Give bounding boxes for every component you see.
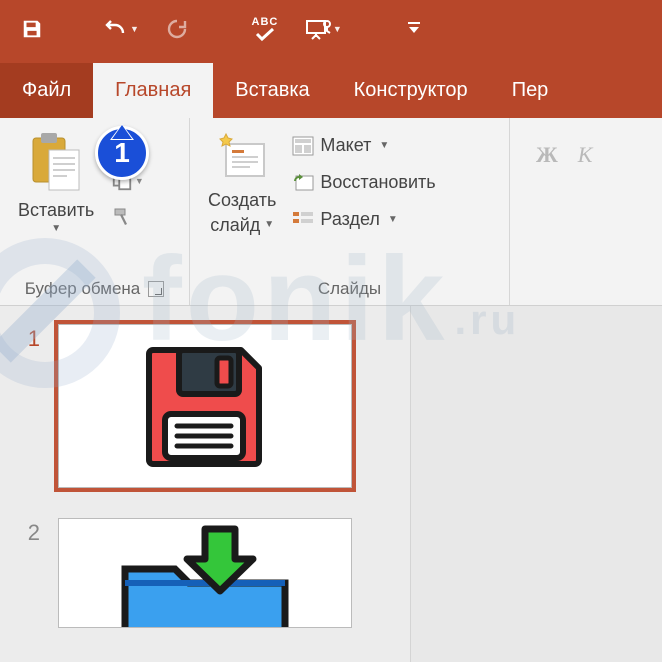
paste-button[interactable]: Вставить ▼ (14, 128, 98, 236)
customize-qat-button[interactable] (400, 15, 428, 43)
section-button[interactable]: Раздел ▼ (290, 206, 437, 233)
bold-button[interactable]: Ж (536, 142, 558, 168)
slide-thumbnail-2[interactable] (58, 518, 352, 628)
section-label: Раздел (320, 209, 380, 230)
layout-button[interactable]: Макет ▼ (290, 132, 437, 159)
format-painter-button[interactable] (108, 204, 138, 230)
slideshow-from-start-button[interactable]: ▼ (305, 18, 342, 40)
reset-label: Восстановить (320, 172, 435, 193)
slide-edit-area[interactable] (410, 306, 662, 662)
tab-home[interactable]: Главная (93, 63, 213, 118)
paste-label: Вставить (18, 200, 94, 221)
thumbnail-row: 2 (0, 518, 410, 628)
slide-panel: 1 2 (0, 306, 662, 662)
new-slide-button[interactable]: Создать слайд ▼ (204, 128, 280, 237)
ribbon-tabs: Файл Главная Вставка Конструктор Пер (0, 58, 662, 118)
reset-icon (292, 173, 314, 193)
spellcheck-icon[interactable]: ABC (249, 15, 281, 43)
annotation-badge-1: 1 (95, 126, 149, 180)
chevron-down-icon: ▼ (388, 214, 398, 225)
slide-number-1: 1 (16, 324, 40, 352)
layout-label: Макет (320, 135, 371, 156)
new-slide-label-1: Создать (208, 190, 276, 211)
new-slide-label-2: слайд (210, 215, 260, 236)
thumbnail-row: 1 (0, 324, 410, 488)
clipboard-dialog-launcher[interactable] (148, 281, 164, 297)
tab-design[interactable]: Конструктор (332, 63, 490, 118)
group-slides: Создать слайд ▼ Макет ▼ Восстановить (190, 118, 510, 305)
redo-button[interactable] (163, 15, 191, 43)
floppy-disk-icon (135, 336, 275, 476)
thumbnail-pane[interactable]: 1 2 (0, 306, 410, 662)
group-clipboard-label: Буфер обмена (25, 279, 141, 299)
undo-button[interactable]: ▼ (104, 19, 139, 39)
tab-insert[interactable]: Вставка (213, 63, 331, 118)
group-font: Ж К (510, 118, 606, 305)
group-slides-label: Слайды (318, 279, 381, 299)
slide-thumbnail-1[interactable] (58, 324, 352, 488)
italic-button[interactable]: К (578, 142, 593, 168)
quick-access-toolbar: ▼ ABC ▼ (0, 0, 662, 58)
section-icon (292, 210, 314, 230)
tab-transitions[interactable]: Пер (490, 63, 571, 118)
chevron-down-icon: ▼ (264, 219, 274, 230)
slide-number-2: 2 (16, 518, 40, 546)
chevron-down-icon: ▼ (379, 140, 389, 151)
tab-file[interactable]: Файл (0, 63, 93, 118)
folder-download-icon (105, 519, 305, 628)
save-icon[interactable] (18, 15, 46, 43)
new-slide-icon (214, 130, 270, 186)
reset-button[interactable]: Восстановить (290, 169, 437, 196)
layout-icon (292, 136, 314, 156)
chevron-down-icon: ▼ (51, 223, 61, 234)
clipboard-icon (27, 130, 85, 196)
